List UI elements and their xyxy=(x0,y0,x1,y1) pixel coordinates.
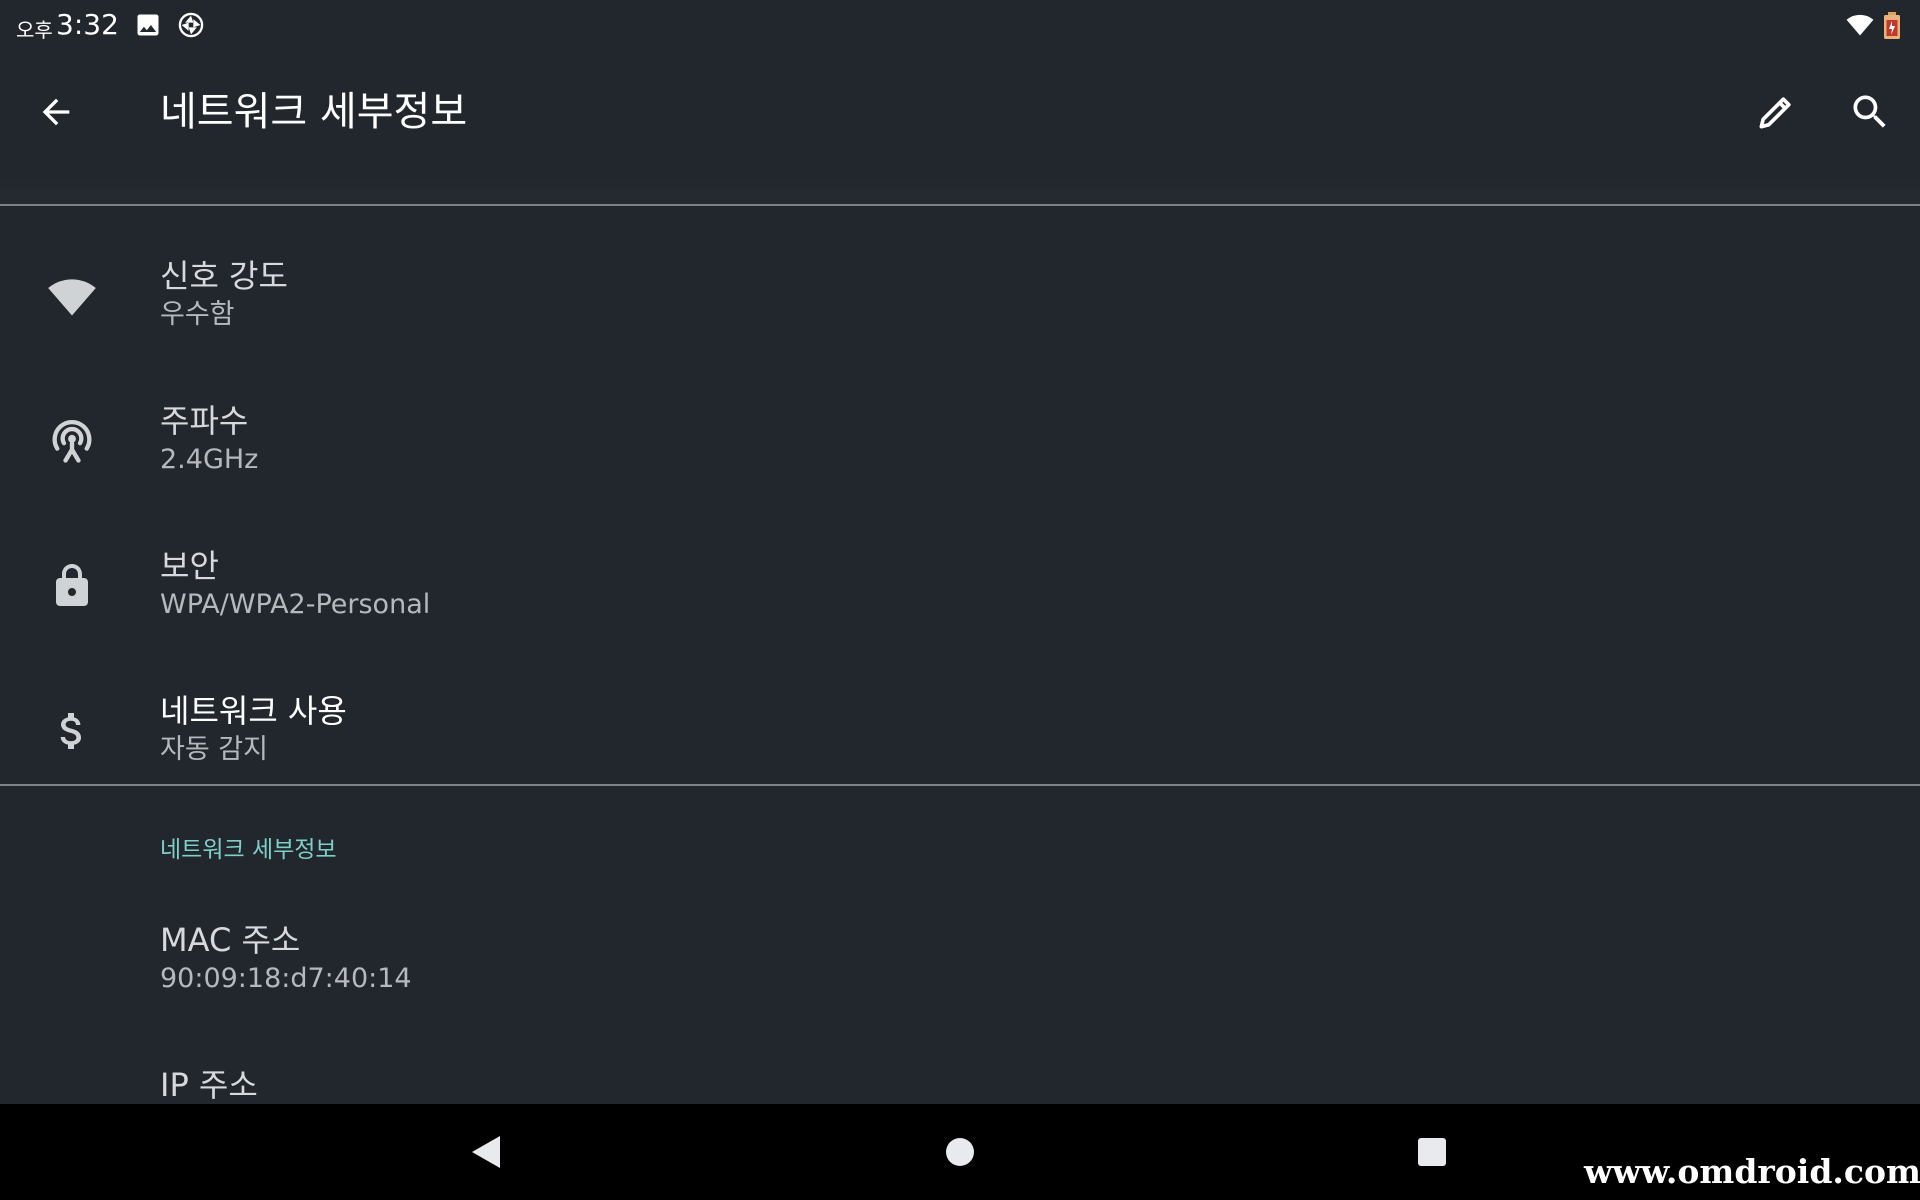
nav-home-button[interactable] xyxy=(920,1120,1000,1184)
edit-button[interactable] xyxy=(1746,84,1806,140)
row-title: 주파수 xyxy=(160,402,249,440)
page-title: 네트워크 세부정보 xyxy=(160,89,468,135)
mac-address-row[interactable]: MAC 주소 90:09:18:d7:40:14 xyxy=(0,890,1920,1034)
security-row[interactable]: 보안 WPA/WPA2-Personal xyxy=(0,516,1920,660)
status-bar: 오후 3:32 xyxy=(0,0,1920,50)
row-title: 보안 xyxy=(160,547,219,585)
row-subtitle: 우수함 xyxy=(160,299,235,330)
back-arrow-icon xyxy=(42,98,70,126)
section-divider xyxy=(0,784,1920,786)
status-clock: 3:32 xyxy=(56,8,119,41)
row-title: 신호 강도 xyxy=(160,257,288,295)
section-header: 네트워크 세부정보 xyxy=(160,837,337,863)
nav-back-icon xyxy=(472,1136,500,1168)
wifi-signal-icon xyxy=(40,264,104,328)
row-subtitle: 90:09:18:d7:40:14 xyxy=(160,963,412,994)
row-title: 네트워크 사용 xyxy=(160,692,347,730)
app-bar-shadow xyxy=(0,176,1920,206)
search-icon xyxy=(1853,95,1886,128)
search-button[interactable] xyxy=(1840,84,1900,140)
nav-home-icon xyxy=(946,1138,974,1166)
nav-back-button[interactable] xyxy=(446,1120,526,1184)
nav-recents-button[interactable] xyxy=(1392,1120,1472,1184)
ip-address-row[interactable]: IP 주소 xyxy=(0,1035,1920,1104)
top-divider xyxy=(0,204,1920,206)
watermark-text: www.omdroid.com xyxy=(1584,1152,1920,1191)
row-title: MAC 주소 xyxy=(160,921,301,959)
aperture-icon xyxy=(177,11,205,39)
frequency-antenna-icon xyxy=(40,409,104,473)
frequency-row[interactable]: 주파수 2.4GHz xyxy=(0,371,1920,515)
screen: 오후 3:32 네트워크 세부정보 신호 강도 우수함 주파수 2.4GHz 보… xyxy=(0,0,1920,1200)
wifi-icon xyxy=(1845,11,1874,39)
row-subtitle: 자동 감지 xyxy=(160,734,268,765)
pencil-icon xyxy=(1759,97,1791,129)
nav-recents-icon xyxy=(1418,1138,1446,1166)
row-title: IP 주소 xyxy=(160,1066,258,1104)
dollar-icon xyxy=(40,699,104,763)
battery-charging-icon xyxy=(1882,11,1902,39)
row-subtitle: 2.4GHz xyxy=(160,444,259,475)
status-ampm: 오후 xyxy=(16,18,53,42)
back-button[interactable] xyxy=(24,84,88,140)
row-subtitle: WPA/WPA2-Personal xyxy=(160,589,431,620)
signal-strength-row[interactable]: 신호 강도 우수함 xyxy=(0,226,1920,370)
image-icon xyxy=(134,11,162,39)
lock-icon xyxy=(40,554,104,618)
